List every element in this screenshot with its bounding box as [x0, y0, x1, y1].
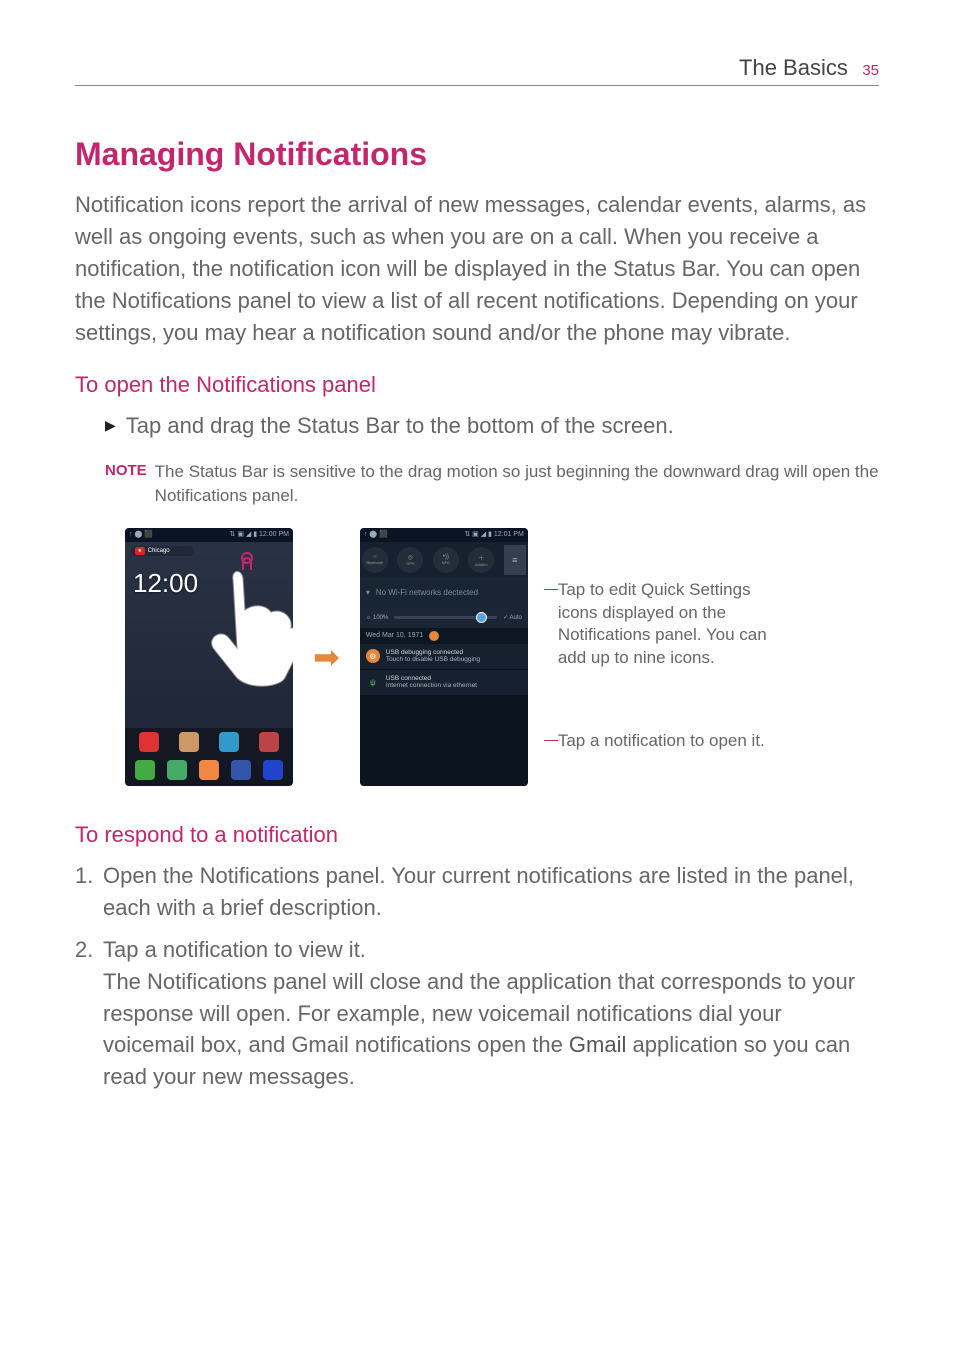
status-right: ⇅ ▣ ◢ ▮ 12:00 PM: [230, 530, 289, 540]
callout-open-notification: Tap a notification to open it.: [544, 730, 788, 753]
usb-connected-icon: ψ: [366, 675, 380, 689]
step-number: 2.: [75, 934, 97, 1093]
wifi-icon: ▾: [366, 588, 370, 597]
step-number: 1.: [75, 860, 97, 924]
intro-paragraph: Notification icons report the arrival of…: [75, 189, 879, 348]
date-row: Wed Mar 10, 1971: [360, 628, 528, 644]
figure-row: ↑ ⬤ ⬛ ⇅ ▣ ◢ ▮ 12:00 PM ●Chicago 12:00: [125, 528, 879, 786]
qs-bluetooth-icon: ○Bluetooth: [362, 547, 388, 573]
qs-nfc-icon: •))NFC: [433, 547, 459, 573]
note-label: NOTE: [105, 462, 147, 508]
callout-text: Tap a notification to open it.: [558, 730, 765, 753]
slider-thumb: [476, 612, 487, 623]
callout-leader-line: [544, 740, 558, 741]
status-bar: ↑ ⬤ ⬛ ⇅ ▣ ◢ ▮ 12:00 PM: [125, 528, 293, 542]
step-text: Tap a notification to view it. The Notif…: [103, 934, 879, 1093]
bullet-icon: ▶: [105, 417, 116, 442]
contacts-icon: [167, 760, 187, 780]
dock-app-icon: [259, 732, 279, 752]
page-number: 35: [862, 62, 879, 79]
date-text: Wed Mar 10, 1971: [366, 632, 423, 639]
step-1: 1. Open the Notifications panel. Your cu…: [75, 860, 879, 924]
chapter-title: The Basics: [739, 55, 848, 80]
qs-gps-icon: ◎GPS: [397, 547, 423, 573]
brightness-row: ☼ 100% ✓ Auto: [360, 608, 528, 628]
step-text: Open the Notifications panel. Your curre…: [103, 860, 879, 924]
dock-app-icon: [219, 732, 239, 752]
brightness-label: ☼ 100%: [366, 615, 389, 621]
drag-hand-icon: [193, 550, 293, 690]
callouts-column: Tap to edit Quick Settings icons display…: [544, 561, 788, 754]
app-dock: [125, 728, 293, 786]
callout-quick-settings: Tap to edit Quick Settings icons display…: [544, 579, 788, 671]
apps-icon: [263, 760, 283, 780]
notification-item: ψ USB connected Internet connection via …: [360, 670, 528, 696]
messaging-icon: [199, 760, 219, 780]
figure-home-screen: ↑ ⬤ ⬛ ⇅ ▣ ◢ ▮ 12:00 PM ●Chicago 12:00: [125, 528, 293, 786]
clock-widget: 12:00: [133, 568, 198, 599]
dock-app-icon: [139, 732, 159, 752]
panel-background: [360, 696, 528, 786]
page: The Basics 35 Managing Notifications Not…: [0, 0, 954, 1163]
brightness-slider: [394, 616, 497, 619]
clear-icon: [429, 631, 439, 641]
figure-notifications-panel: ↑ ⬤ ⬛ ⇅ ▣ ◢ ▮ 12:01 PM ○Bluetooth ◎GPS •…: [360, 528, 528, 786]
status-left: ↑ ⬤ ⬛: [129, 530, 153, 540]
notification-text: USB debugging connected Touch to disable…: [386, 649, 480, 663]
quick-settings-row: ○Bluetooth ◎GPS •))NFC ＋AddItm ≡: [360, 542, 528, 578]
main-heading: Managing Notifications: [75, 136, 879, 173]
note-block: NOTE The Status Bar is sensitive to the …: [105, 460, 879, 508]
status-left: ↑ ⬤ ⬛: [364, 530, 388, 540]
arrow-right-icon: ➡: [313, 638, 340, 676]
wifi-status-row: ▾ No Wi-Fi networks dectected: [360, 578, 528, 608]
page-header: The Basics 35: [75, 55, 879, 86]
usb-debug-icon: ⚙: [366, 649, 380, 663]
brightness-auto: ✓ Auto: [503, 614, 522, 621]
wifi-text: No Wi-Fi networks dectected: [376, 588, 478, 597]
subheading-open-panel: To open the Notifications panel: [75, 372, 879, 398]
notification-item: ⚙ USB debugging connected Touch to disab…: [360, 644, 528, 670]
note-text: The Status Bar is sensitive to the drag …: [155, 460, 879, 508]
phone-icon: [135, 760, 155, 780]
status-right: ⇅ ▣ ◢ ▮ 12:01 PM: [464, 530, 523, 540]
bullet-item: ▶ Tap and drag the Status Bar to the bot…: [105, 410, 879, 442]
callout-leader-line: [544, 589, 558, 590]
callout-text: Tap to edit Quick Settings icons display…: [558, 579, 788, 671]
subheading-respond: To respond to a notification: [75, 822, 879, 848]
step-2: 2. Tap a notification to view it. The No…: [75, 934, 879, 1093]
browser-icon: [231, 760, 251, 780]
status-bar: ↑ ⬤ ⬛ ⇅ ▣ ◢ ▮ 12:01 PM: [360, 528, 528, 542]
notification-text: USB connected Internet connection via et…: [386, 675, 477, 689]
qs-add-icon: ＋AddItm: [468, 547, 494, 573]
bullet-text: Tap and drag the Status Bar to the botto…: [126, 410, 674, 442]
weather-widget: ●Chicago: [131, 546, 194, 556]
dock-app-icon: [179, 732, 199, 752]
qs-edit-button: ≡: [504, 545, 526, 575]
